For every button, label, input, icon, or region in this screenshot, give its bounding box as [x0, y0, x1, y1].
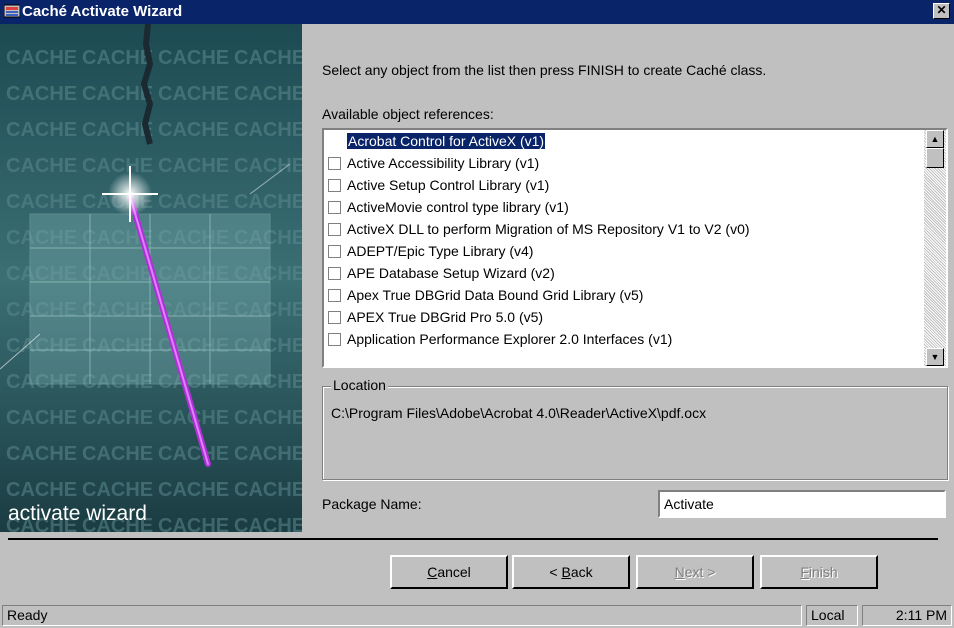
checkbox[interactable] — [328, 332, 341, 346]
back-button[interactable]: < Back — [512, 555, 630, 589]
status-text: Ready — [2, 605, 802, 626]
banner-tile-text: CACHE — [158, 515, 229, 532]
banner-tile-text: CACHE — [6, 83, 77, 105]
banner-tile-text: CACHE — [82, 407, 153, 429]
banner-tile-text: CACHE — [158, 83, 229, 105]
list-item[interactable]: ActiveX DLL to perform Migration of MS R… — [324, 218, 922, 240]
location-path: C:\Program Files\Adobe\Acrobat 4.0\Reade… — [331, 405, 707, 421]
scroll-thumb[interactable] — [926, 148, 944, 168]
list-item-label: ActiveX DLL to perform Migration of MS R… — [347, 221, 750, 237]
status-bar: Ready Local 2:11 PM — [0, 603, 954, 628]
banner-tile-text: CACHE — [158, 191, 229, 213]
location-legend: Location — [331, 377, 388, 393]
banner-tile-text: CACHE — [234, 83, 302, 105]
list-item[interactable]: Active Setup Control Library (v1) — [324, 174, 922, 196]
list-item[interactable]: APEX True DBGrid Pro 5.0 (v5) — [324, 306, 922, 328]
list-item[interactable]: Active Accessibility Library (v1) — [324, 152, 922, 174]
banner-tile-text: CACHE — [158, 47, 229, 69]
list-item-label: Apex True DBGrid Data Bound Grid Library… — [347, 287, 644, 303]
list-item-label: ADEPT/Epic Type Library (v4) — [347, 243, 534, 259]
list-item[interactable]: Application Performance Explorer 2.0 Int… — [324, 328, 922, 350]
banner-tile-text: CACHE — [6, 479, 77, 501]
window-title: Caché Activate Wizard — [22, 3, 183, 20]
banner-tile-text: CACHE — [158, 479, 229, 501]
banner-tile-text: CACHE — [158, 155, 229, 177]
next-button[interactable]: Next > — [636, 555, 754, 589]
wizard-banner: CACHE CACHE CACHE CACHE CACHE CACHE CACHE CACHE… — [0, 24, 302, 532]
banner-tile-text: CACHE — [234, 119, 302, 141]
checkbox[interactable] — [328, 288, 341, 302]
triangle-up-icon: ▲ — [930, 134, 940, 144]
list-item[interactable]: Apex True DBGrid Data Bound Grid Library… — [324, 284, 922, 306]
banner-tile-text: CACHE — [234, 443, 302, 465]
close-icon: ✕ — [936, 3, 947, 17]
checkbox[interactable] — [328, 200, 341, 214]
triangle-down-icon: ▼ — [930, 352, 940, 362]
list-item-label: ActiveMovie control type library (v1) — [347, 199, 569, 215]
banner-label: activate wizard — [8, 502, 147, 525]
list-item-label: Application Performance Explorer 2.0 Int… — [347, 331, 673, 347]
banner-tile-text: CACHE — [234, 47, 302, 69]
scroll-down-button[interactable]: ▼ — [926, 348, 944, 366]
list-item-label: Active Setup Control Library (v1) — [347, 177, 550, 193]
checkbox[interactable] — [328, 310, 341, 324]
checkbox[interactable] — [328, 266, 341, 280]
banner-tile-text: CACHE — [82, 47, 153, 69]
object-references-list[interactable]: Acrobat Control for ActiveX (v1) Active A… — [322, 128, 948, 368]
banner-tile-text: CACHE — [158, 119, 229, 141]
checkbox[interactable] — [328, 244, 341, 258]
banner-tile-text: CACHE — [6, 443, 77, 465]
title-bar[interactable]: Caché Activate Wizard ✕ — [0, 0, 954, 24]
cancel-button[interactable]: Cancel — [390, 555, 508, 589]
app-icon — [3, 4, 21, 18]
vertical-scrollbar[interactable]: ▲ ▼ — [924, 130, 946, 366]
checkbox[interactable] — [328, 222, 341, 236]
finish-button[interactable]: Finish — [760, 555, 878, 589]
banner-tile-text: CACHE — [82, 155, 153, 177]
list-item[interactable]: APE Database Setup Wizard (v2) — [324, 262, 922, 284]
list-item[interactable]: ADEPT/Epic Type Library (v4) — [324, 240, 922, 262]
instructions-text: Select any object from the list then pre… — [322, 62, 767, 78]
checkbox[interactable] — [328, 178, 341, 192]
banner-tile-text: CACHE — [234, 191, 302, 213]
banner-tile-text: CACHE — [234, 155, 302, 177]
location-group: Location C:\Program Files\Adobe\Acrobat … — [322, 377, 948, 480]
banner-tile-text: CACHE — [158, 443, 229, 465]
banner-tile-text: CACHE — [6, 191, 77, 213]
status-time: 2:11 PM — [862, 605, 952, 626]
banner-tile-text: CACHE — [6, 407, 77, 429]
banner-tile-text: CACHE — [234, 515, 302, 532]
package-name-label: Package Name: — [322, 496, 422, 512]
list-item-label: Acrobat Control for ActiveX (v1) — [345, 132, 547, 150]
banner-tile-text: CACHE — [234, 407, 302, 429]
banner-tile-text: CACHE — [6, 119, 77, 141]
scroll-up-button[interactable]: ▲ — [926, 130, 944, 148]
list-item-label: Active Accessibility Library (v1) — [347, 155, 540, 171]
list-items: Acrobat Control for ActiveX (v1) Active A… — [324, 130, 922, 366]
banner-tile-text: CACHE — [82, 479, 153, 501]
list-item[interactable]: Acrobat Control for ActiveX (v1) — [324, 130, 922, 152]
list-item-label: APE Database Setup Wizard (v2) — [347, 265, 555, 281]
banner-tile-text: CACHE — [6, 47, 77, 69]
available-references-label: Available object references: — [322, 106, 494, 122]
separator — [8, 538, 938, 540]
list-item-label: APEX True DBGrid Pro 5.0 (v5) — [347, 309, 544, 325]
banner-tile-text: CACHE — [82, 443, 153, 465]
list-item[interactable]: ActiveMovie control type library (v1) — [324, 196, 922, 218]
checkbox[interactable] — [328, 156, 341, 170]
package-name-input[interactable]: Activate — [658, 490, 946, 518]
banner-tile-text: CACHE — [6, 155, 77, 177]
checkbox[interactable] — [328, 134, 341, 148]
status-zone: Local — [806, 605, 858, 626]
banner-tile-text: CACHE — [234, 479, 302, 501]
close-button[interactable]: ✕ — [933, 3, 950, 19]
